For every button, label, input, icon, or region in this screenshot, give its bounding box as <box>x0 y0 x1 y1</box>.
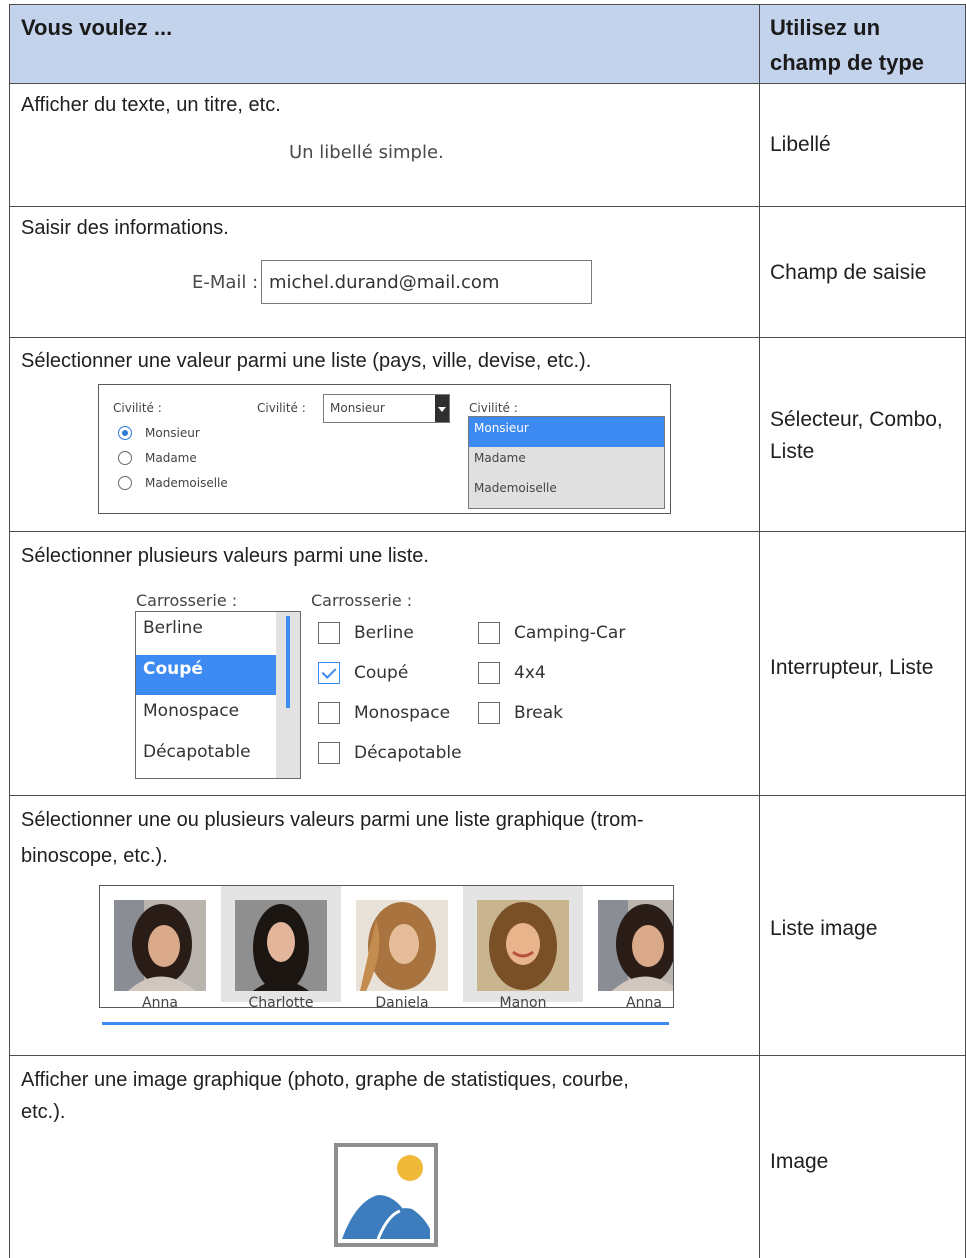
row-description-line1: Sélectionner une ou plusieurs valeurs pa… <box>21 809 644 831</box>
scrollbar[interactable] <box>276 612 300 778</box>
image-list-item[interactable]: Charlotte <box>221 886 341 1007</box>
image-list-caption: Daniela <box>375 995 429 1008</box>
row-field-type: Image <box>770 1150 829 1173</box>
row-field-type-line1: Sélecteur, Combo, <box>770 408 943 431</box>
row-description: Sélectionner une valeur parmi une liste … <box>21 350 592 372</box>
checkbox-label: Décapotable <box>354 743 462 763</box>
list-item[interactable]: Monsieur <box>469 417 664 447</box>
image-list-item[interactable]: Manon <box>463 886 583 1007</box>
list-item[interactable]: Coupé <box>136 655 276 695</box>
radio-option-label: Mademoiselle <box>145 476 228 490</box>
checkbox-label: Coupé <box>354 663 409 683</box>
header-col-type-line2: champ de type <box>770 50 925 75</box>
radio-button[interactable] <box>118 426 132 440</box>
checkbox[interactable] <box>318 622 340 644</box>
table-border-top <box>9 4 966 5</box>
image-list-caption: Anna <box>142 995 178 1008</box>
portrait-photo <box>356 900 448 991</box>
checkbox[interactable] <box>318 662 340 684</box>
row-field-type: Champ de saisie <box>770 261 927 284</box>
checkbox-label: Berline <box>354 623 414 643</box>
image-list-item[interactable]: Anna <box>100 886 220 1007</box>
radio-option-label: Madame <box>145 451 197 465</box>
list-item[interactable]: Monospace <box>136 697 276 737</box>
row-description: Afficher du texte, un titre, etc. <box>21 94 281 116</box>
portrait-photo <box>598 900 673 991</box>
checkbox[interactable] <box>318 702 340 724</box>
checkbox-label: Break <box>514 703 563 723</box>
row-description: Saisir des informations. <box>21 217 229 239</box>
row-field-type: Libellé <box>770 133 831 156</box>
checkbox[interactable] <box>318 742 340 764</box>
row-description-line2: etc.). <box>21 1101 66 1123</box>
row-description-line2: binoscope, etc.). <box>21 845 168 867</box>
example-simple-label: Un libellé simple. <box>289 142 444 163</box>
checkbox[interactable] <box>478 662 500 684</box>
table-column-divider <box>759 4 760 1258</box>
row-divider <box>9 795 966 796</box>
multi-select-list[interactable]: Berline Coupé Monospace Décapotable <box>135 611 301 779</box>
combo-label: Civilité : <box>257 401 306 415</box>
list-item[interactable]: Décapotable <box>136 738 276 778</box>
image-placeholder-icon <box>334 1143 438 1247</box>
list-label: Civilité : <box>469 401 518 415</box>
row-divider <box>9 206 966 207</box>
checkbox-label: 4x4 <box>514 663 546 683</box>
email-field-label: E-Mail : <box>192 272 259 293</box>
checkbox-group-label: Carrosserie : <box>311 591 413 610</box>
checkbox[interactable] <box>478 702 500 724</box>
image-list-caption: Anna <box>626 995 662 1008</box>
row-field-type: Interrupteur, Liste <box>770 656 934 679</box>
row-divider <box>9 1055 966 1056</box>
row-field-type: Liste image <box>770 917 878 940</box>
radio-button[interactable] <box>118 476 132 490</box>
image-list-item[interactable]: Anna <box>584 886 673 1007</box>
portrait-photo <box>477 900 569 991</box>
checkbox-label: Camping-Car <box>514 623 626 643</box>
combo-box[interactable]: Monsieur <box>323 394 450 423</box>
scrollbar-thumb[interactable] <box>286 616 290 708</box>
combo-value: Monsieur <box>330 401 385 415</box>
radio-button[interactable] <box>118 451 132 465</box>
list-item[interactable]: Berline <box>136 614 276 654</box>
image-list-caption: Charlotte <box>248 995 314 1008</box>
checkbox[interactable] <box>478 622 500 644</box>
table-border-left <box>9 4 10 1258</box>
radio-option-label: Monsieur <box>145 426 200 440</box>
header-col-type-line1: Utilisez un <box>770 15 881 40</box>
row-description-line1: Afficher une image graphique (photo, gra… <box>21 1069 629 1091</box>
portrait-photo <box>235 900 327 991</box>
row-description: Sélectionner plusieurs valeurs parmi une… <box>21 545 429 567</box>
header-col-need: Vous voulez ... <box>21 15 173 40</box>
row-divider <box>9 337 966 338</box>
row-divider <box>9 531 966 532</box>
chevron-down-icon[interactable] <box>435 395 449 422</box>
row-divider <box>9 83 966 84</box>
email-field[interactable]: michel.durand@mail.com <box>261 260 592 304</box>
list-item[interactable]: Madame <box>469 447 664 477</box>
image-list-scrollbar[interactable] <box>3 1022 675 1028</box>
portrait-photo <box>114 900 206 991</box>
checkbox-label: Monospace <box>354 703 451 723</box>
list-box[interactable]: Monsieur Madame Mademoiselle <box>468 416 665 509</box>
image-list-caption: Manon <box>499 995 547 1008</box>
row-field-type-line2: Liste <box>770 440 815 463</box>
image-list-item[interactable]: Daniela <box>342 886 462 1007</box>
email-field-value: michel.durand@mail.com <box>269 272 500 293</box>
list-item[interactable]: Mademoiselle <box>469 477 664 507</box>
radio-group-label: Civilité : <box>113 401 162 415</box>
multi-list-label: Carrosserie : <box>136 591 238 610</box>
image-list[interactable]: Anna Charlotte Daniela Manon Anna <box>99 885 674 1008</box>
